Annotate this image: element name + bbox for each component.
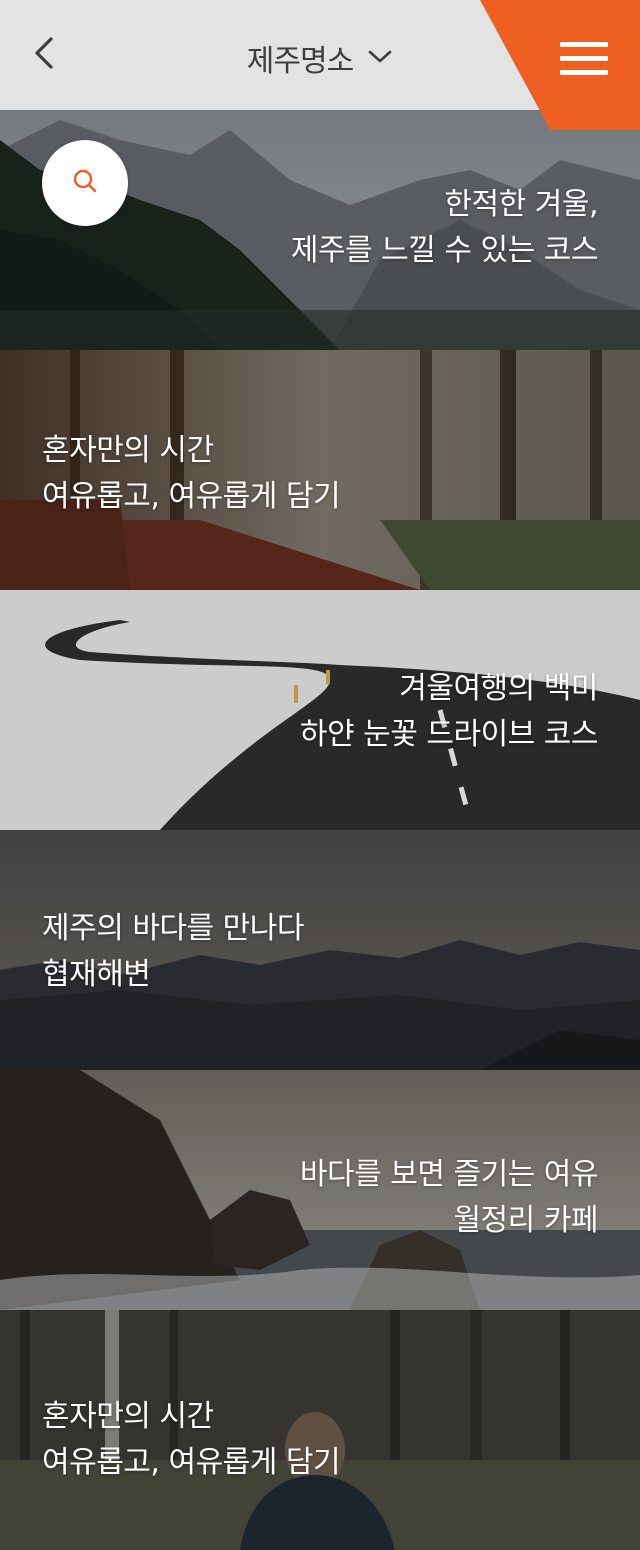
- card-subtitle: 여유롭고, 여유롭게 담기: [42, 1445, 341, 1480]
- card-subtitle: 하얀 눈꽃 드라이브 코스: [299, 717, 599, 752]
- card-caption: 바다를 보면 즐기는 여유 월정리 카페: [299, 1152, 599, 1244]
- card-subtitle: 여유롭고, 여유롭게 담기: [42, 479, 341, 514]
- card-title: 한적한 겨울,: [444, 187, 598, 222]
- search-icon: [71, 167, 99, 199]
- card-title: 제주의 바다를 만나다: [42, 911, 304, 946]
- course-card[interactable]: 혼자만의 시간 여유롭고, 여유롭게 담기: [0, 350, 640, 590]
- chevron-down-icon: [367, 48, 393, 68]
- course-card[interactable]: 혼자만의 시간 여유롭고, 여유롭게 담기: [0, 1310, 640, 1550]
- course-card[interactable]: 바다를 보면 즐기는 여유 월정리 카페: [0, 1070, 640, 1310]
- course-list: 한적한 겨울, 제주를 느낄 수 있는 코스 혼자만의 시간 여유롭고, 여유롭…: [0, 110, 640, 1550]
- card-subtitle: 협재해변: [42, 957, 151, 992]
- card-caption: 겨울여행의 백미 하얀 눈꽃 드라이브 코스: [299, 666, 599, 758]
- card-subtitle: 월정리 카페: [453, 1203, 598, 1238]
- card-title: 겨울여행의 백미: [399, 671, 598, 706]
- course-card[interactable]: 겨울여행의 백미 하얀 눈꽃 드라이브 코스: [0, 590, 640, 830]
- card-title: 바다를 보면 즐기는 여유: [299, 1157, 599, 1192]
- card-title: 혼자만의 시간: [42, 1399, 214, 1434]
- card-subtitle: 제주를 느낄 수 있는 코스: [290, 233, 599, 268]
- card-caption: 한적한 겨울, 제주를 느낄 수 있는 코스: [290, 182, 599, 274]
- card-caption: 혼자만의 시간 여유롭고, 여유롭게 담기: [42, 428, 341, 520]
- page-title: 제주명소: [246, 44, 354, 79]
- course-card[interactable]: 제주의 바다를 만나다 협재해변: [0, 830, 640, 1070]
- app: 제주명소 한적한 겨울, 제주를 느낄 수 있는 코스 혼자만의 시간 여유롭고…: [0, 0, 640, 1550]
- card-caption: 혼자만의 시간 여유롭고, 여유롭게 담기: [42, 1394, 341, 1486]
- card-caption: 제주의 바다를 만나다 협재해변: [42, 906, 304, 998]
- card-title: 혼자만의 시간: [42, 433, 214, 468]
- search-button[interactable]: [42, 140, 128, 226]
